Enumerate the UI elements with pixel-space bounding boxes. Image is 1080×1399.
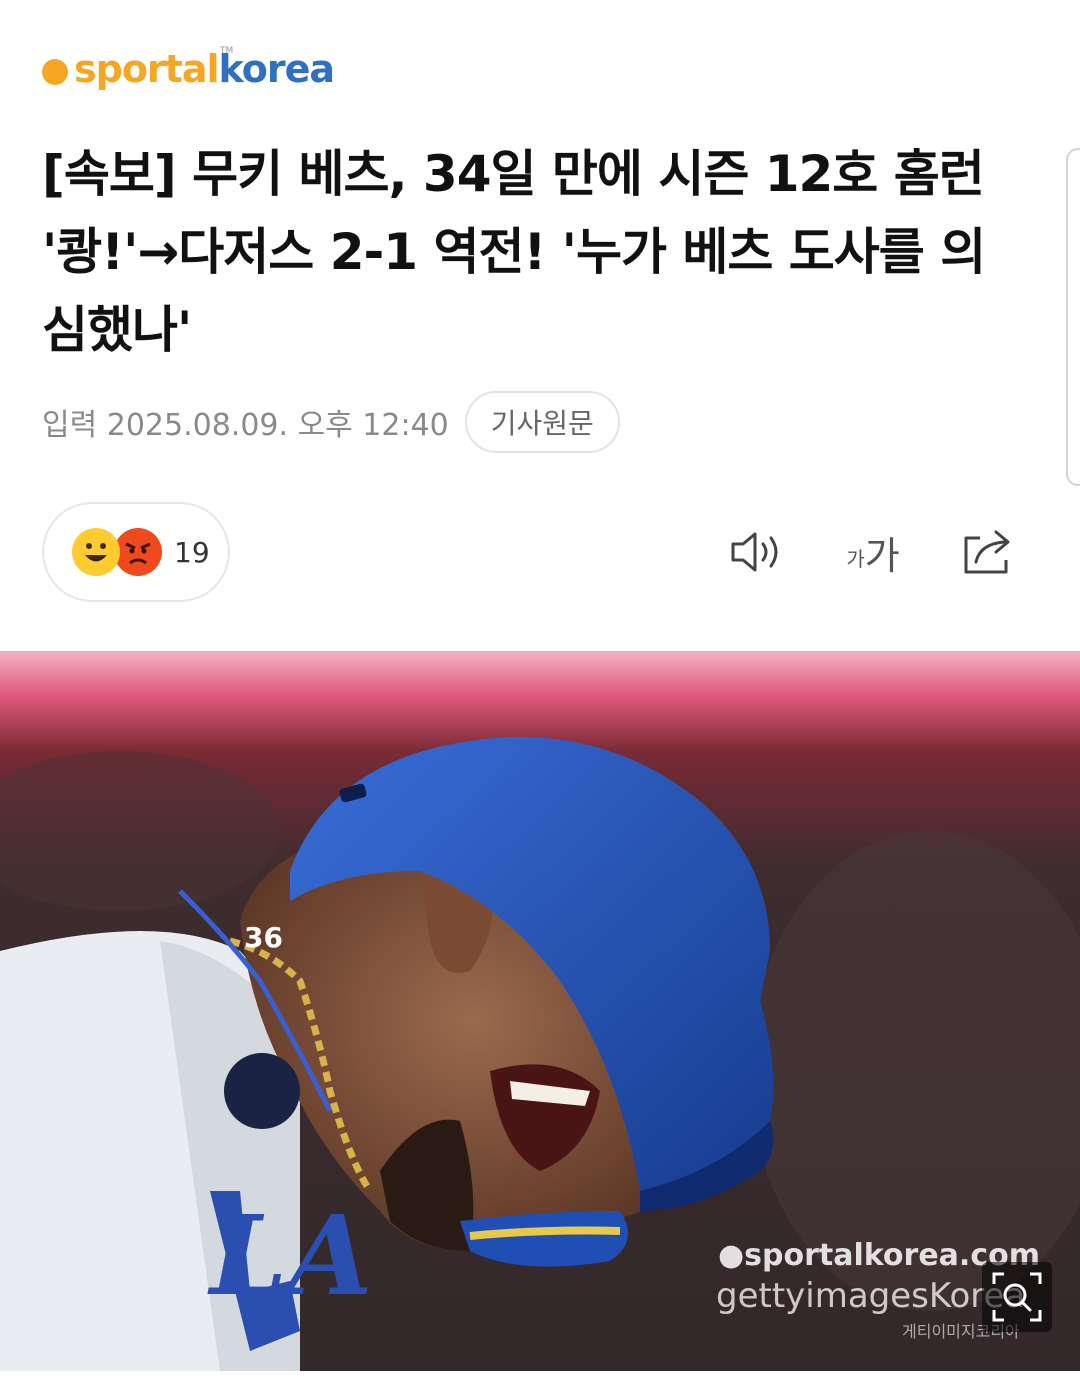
published-date: 입력 2025.08.09. 오후 12:40 (42, 408, 449, 443)
font-size-icon[interactable]: 가가 (838, 524, 908, 580)
patch-number: 36 (244, 921, 283, 954)
logo-dot-icon (42, 59, 68, 85)
logo-text-korea: korea (218, 47, 336, 91)
share-icon[interactable] (958, 524, 1018, 580)
reaction-button[interactable]: 19 (42, 502, 230, 602)
article-meta: 입력 2025.08.09. 오후 12:40 기사원문 (42, 390, 620, 454)
speaker-icon[interactable] (727, 524, 787, 580)
original-article-button[interactable]: 기사원문 (464, 391, 620, 453)
logo-trademark: TM (220, 46, 234, 56)
site-logo[interactable]: sportal korea TM (42, 44, 336, 94)
watermark-gettyimages: gettyimagesKorea (716, 1276, 1026, 1316)
font-big-label: 가 (864, 533, 900, 578)
angry-emoji-icon (114, 528, 162, 576)
zoom-icon[interactable] (982, 1262, 1052, 1332)
scroll-handle[interactable] (1066, 148, 1080, 486)
smile-emoji-icon (72, 528, 120, 576)
article-title: [속보] 무키 베츠, 34일 만에 시즌 12호 홈런 '쾅!'→다저스 2-… (42, 145, 986, 359)
logo-text-sportal: sportal (74, 47, 219, 91)
font-small-label: 가 (846, 546, 865, 571)
jersey-logo-text: LA (210, 1191, 373, 1320)
reaction-count: 19 (174, 535, 210, 569)
